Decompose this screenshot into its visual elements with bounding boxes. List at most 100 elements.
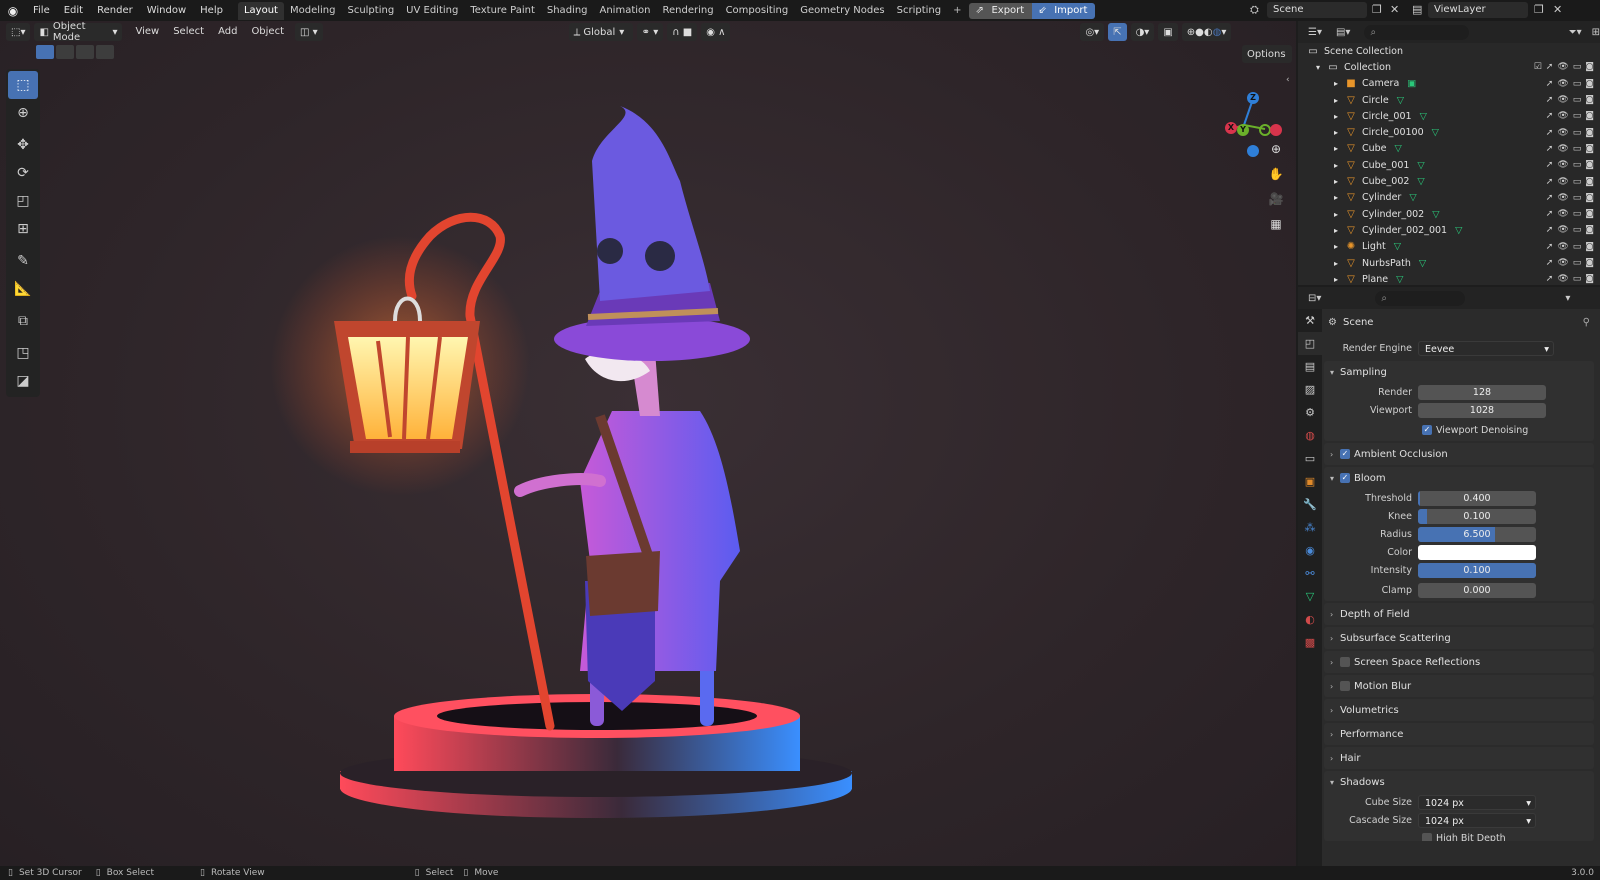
tab-layout[interactable]: Layout [237,1,284,20]
mesh-data-icon[interactable]: ▽ [1397,95,1404,106]
monitor-icon[interactable]: ▭ [1573,274,1582,284]
display-mode-icon[interactable]: ▤▾ [1336,27,1350,38]
tab-data[interactable]: ▽ [1298,585,1322,608]
tab-sculpting[interactable]: Sculpting [341,2,400,20]
select-arrow-icon[interactable]: ➚ [1546,225,1554,235]
camera-render-icon[interactable]: ◙ [1585,144,1594,154]
select-arrow-icon[interactable]: ➚ [1546,128,1554,138]
expand-arrow-icon[interactable]: ▸ [1334,193,1344,202]
tab-animation[interactable]: Animation [594,2,657,20]
mesh-data-icon[interactable]: ▽ [1409,192,1416,203]
eye-icon[interactable]: 👁 [1557,160,1568,170]
eye-icon[interactable]: 👁 [1557,128,1568,138]
monitor-icon[interactable]: ▭ [1573,144,1582,154]
select-arrow-icon[interactable]: ➚ [1546,177,1554,187]
eye-icon[interactable]: 👁 [1557,225,1568,235]
transform-orientation-dropdown[interactable]: ⟂ Global ▾ [568,23,633,41]
new-collection-icon[interactable]: ⊞ [1592,27,1600,38]
material-preview-icon[interactable]: ◐ [1204,27,1213,38]
options-dropdown[interactable]: Options [1242,45,1292,63]
gizmo-select-dropdown[interactable]: ◫ ▾ [295,23,323,41]
eye-icon[interactable]: 👁 [1557,242,1568,252]
expand-arrow-icon[interactable]: ▸ [1334,259,1344,268]
tab-modifiers[interactable]: 🔧 [1298,493,1322,516]
tab-collection[interactable]: ▭ [1298,447,1322,470]
expand-arrow-icon[interactable]: ▸ [1334,210,1344,219]
motion-blur-checkbox[interactable] [1340,681,1350,691]
tab-scene[interactable]: ⚙ [1298,401,1322,424]
solid-icon[interactable]: ● [1195,27,1204,38]
outliner-item[interactable]: ▸ ▽ Cylinder_002_001 ▽ ➚ 👁 ▭ ◙ [1298,222,1600,238]
options-chevron-icon[interactable]: ▾ [1565,293,1570,304]
intensity-slider[interactable]: 0.100 [1418,562,1536,578]
monitor-icon[interactable]: ▭ [1573,209,1582,219]
tab-modeling[interactable]: Modeling [284,2,342,20]
expand-arrow-icon[interactable]: ▸ [1334,112,1344,121]
camera-render-icon[interactable]: ◙ [1585,128,1594,138]
ortho-toggle-button[interactable]: ▦ [1264,212,1288,236]
camera-render-icon[interactable]: ◙ [1585,242,1594,252]
visibility-dropdown[interactable]: ◎▾ [1080,23,1105,41]
tab-texture[interactable]: ▩ [1298,631,1322,654]
select-arrow-icon[interactable]: ➚ [1546,160,1554,170]
tab-particles[interactable]: ⁂ [1298,516,1322,539]
chevron-down-icon[interactable]: ▾ [1221,27,1226,38]
editor-type-dropdown[interactable]: ⬚▾ [6,23,31,41]
scene-selector[interactable]: Scene [1267,2,1367,18]
wireframe-icon[interactable]: ⊕ [1187,27,1195,38]
monitor-icon[interactable]: ▭ [1573,95,1582,105]
expand-arrow-icon[interactable]: ▾ [1316,63,1326,72]
blender-logo-icon[interactable]: ◉ [0,0,26,21]
neg-x-axis-ball[interactable] [1270,124,1282,136]
pivot-dropdown[interactable]: ⚭ ▾ [636,23,664,41]
tab-texture-paint[interactable]: Texture Paint [464,2,541,20]
camera-render-icon[interactable]: ◙ [1585,177,1594,187]
properties-editor-icon[interactable]: ⊟▾ [1308,293,1321,304]
rendered-icon[interactable]: ◍ [1213,27,1222,38]
outliner-item[interactable]: ▸ ✺ Light ▽ ➚ 👁 ▭ ◙ [1298,239,1600,255]
ssr-checkbox[interactable] [1340,657,1350,667]
measure-tool[interactable]: 📐 [8,275,38,303]
high-bit-checkbox[interactable] [1422,833,1432,841]
subsurface-header[interactable]: › Subsurface Scattering [1324,627,1594,649]
cascade-size-dropdown[interactable]: 1024 px ▾ [1418,812,1536,828]
proportional-edit-toggle[interactable]: ◉ ∧ [701,23,731,41]
render-engine-dropdown[interactable]: Eevee ▾ [1418,340,1554,356]
outliner-item[interactable]: ▸ ▽ Cube_001 ▽ ➚ 👁 ▭ ◙ [1298,157,1600,173]
shadows-header[interactable]: ▾ Shadows [1324,771,1594,793]
select-arrow-icon[interactable]: ➚ [1546,193,1554,203]
tab-tool[interactable]: ⚒ [1298,309,1322,332]
expand-arrow-icon[interactable]: ▸ [1334,96,1344,105]
select-subtract-icon[interactable] [76,45,94,59]
monitor-icon[interactable]: ▭ [1573,111,1582,121]
expand-arrow-icon[interactable]: ▸ [1334,144,1344,153]
extrude-tool[interactable]: ◳ [8,339,38,367]
viewport-samples-field[interactable]: 1028 [1418,402,1546,418]
pan-button[interactable]: ✋ [1264,162,1288,186]
eye-icon[interactable]: 👁 [1557,258,1568,268]
outliner-item[interactable]: ▸ ▽ Circle_001 ▽ ➚ 👁 ▭ ◙ [1298,108,1600,124]
threshold-slider[interactable]: 0.400 [1418,490,1536,506]
select-box-tool[interactable]: ⬚ [8,71,38,99]
sampling-header[interactable]: ▾ Sampling [1324,361,1594,383]
copy-scene-icon[interactable]: ❐ [1372,3,1382,16]
object-mode-dropdown[interactable]: ◧ Object Mode ▾ [34,21,123,43]
gizmo-toggle[interactable]: ⇱ [1108,23,1127,41]
outliner-item[interactable]: ▸ ▽ Cube ▽ ➚ 👁 ▭ ◙ [1298,141,1600,157]
eye-icon[interactable]: 👁 [1557,111,1568,121]
tab-uv-editing[interactable]: UV Editing [400,2,464,20]
view-layer-icon[interactable]: ▤ [1412,3,1422,16]
camera-render-icon[interactable]: ◙ [1585,193,1594,203]
delete-scene-icon[interactable]: ✕ [1390,3,1399,16]
outliner-item[interactable]: ▸ ▽ Cube_002 ▽ ➚ 👁 ▭ ◙ [1298,173,1600,189]
eye-icon[interactable]: 👁 [1557,62,1568,72]
select-arrow-icon[interactable]: ➚ [1546,274,1554,284]
monitor-icon[interactable]: ▭ [1573,177,1582,187]
tab-view-layer[interactable]: ▨ [1298,378,1322,401]
menu-help[interactable]: Help [193,0,230,21]
mesh-data-icon[interactable]: ▽ [1394,241,1401,252]
scene-collection-row[interactable]: ▭ Scene Collection [1298,43,1600,59]
rotate-tool[interactable]: ⟳ [8,159,38,187]
transform-tool[interactable]: ⊞ [8,215,38,243]
tab-compositing[interactable]: Compositing [720,2,795,20]
